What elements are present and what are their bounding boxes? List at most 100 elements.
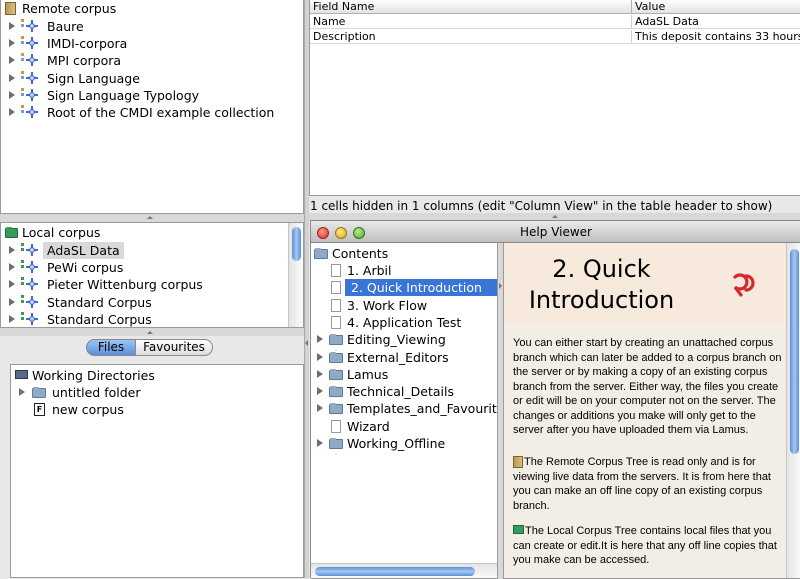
- expand-triangle-icon[interactable]: [317, 352, 323, 361]
- corpus-node-icon: [21, 36, 38, 50]
- local-scrollbar[interactable]: [288, 223, 303, 327]
- help-heading-line2: Introduction: [528, 286, 675, 314]
- remote-corpus-item-label: IMDI-corpora: [47, 36, 128, 52]
- remote-corpus-label: Remote corpus: [22, 1, 117, 16]
- help-heading-line1: 2. Quick: [552, 255, 651, 283]
- toc-item-label: 1. Arbil: [347, 263, 392, 278]
- table-cell-field: Name: [310, 15, 632, 29]
- expand-triangle-icon[interactable]: [9, 263, 15, 272]
- help-paragraph-3: The Local Corpus Tree contains local fil…: [513, 525, 777, 566]
- expand-triangle-icon[interactable]: [317, 335, 323, 344]
- column-header-field-name[interactable]: Field Name: [310, 0, 632, 14]
- local-corpus-item-label: Pieter Wittenburg corpus: [47, 277, 203, 293]
- expand-triangle-icon[interactable]: [9, 297, 15, 306]
- corpus-node-icon: [21, 277, 38, 291]
- table-header-row: Field Name Value: [310, 0, 800, 14]
- expand-triangle-icon[interactable]: [9, 280, 15, 289]
- remote-book-icon: [5, 2, 16, 15]
- help-viewer-titlebar[interactable]: Help Viewer: [311, 221, 800, 243]
- toc-item-label: Wizard: [347, 418, 390, 434]
- expand-triangle-icon[interactable]: [19, 388, 25, 396]
- expand-triangle-icon[interactable]: [9, 56, 15, 65]
- folder-icon: [329, 438, 343, 449]
- corpus-node-icon: [21, 53, 38, 67]
- expand-triangle-icon[interactable]: [9, 22, 15, 30]
- remote-corpus-item-label: Baure: [47, 19, 84, 34]
- toc-item-label: Lamus: [347, 366, 389, 382]
- help-toc-panel: Contents 1. Arbil 2. Quick Introduction 3.…: [311, 243, 498, 579]
- local-corpus-item-label: PeWi corpus: [47, 260, 124, 276]
- expand-triangle-icon[interactable]: [9, 39, 15, 48]
- local-corpus-panel: Local corpus AdaSL Data PeWi corpus Pieter…: [0, 222, 304, 328]
- corpus-node-icon: [21, 87, 38, 101]
- corpus-node-icon: [21, 243, 38, 256]
- folder-icon: [329, 334, 343, 346]
- toc-item-label: Editing_Viewing: [347, 332, 446, 348]
- help-content-scrollbar[interactable]: [786, 243, 800, 578]
- right-horizontal-splitter[interactable]: [309, 213, 800, 220]
- remote-corpus-item-label: Root of the CMDI example collection: [47, 105, 275, 120]
- expand-triangle-icon[interactable]: [9, 108, 15, 116]
- toc-item-label: 3. Work Flow: [347, 297, 428, 313]
- folder-icon: [32, 387, 46, 398]
- page-icon: [331, 264, 341, 277]
- page-icon: [331, 419, 341, 433]
- splitter-grip-icon: [305, 340, 308, 346]
- left-horizontal-splitter[interactable]: [0, 214, 304, 222]
- splitter-grip-icon: [499, 283, 502, 289]
- tab-files[interactable]: Files: [86, 339, 136, 356]
- file-item-label: new corpus: [52, 402, 124, 417]
- expand-triangle-icon[interactable]: [9, 314, 15, 323]
- table-row[interactable]: Description This deposit contains 33 hou…: [310, 29, 800, 44]
- remote-corpus-panel: Remote corpus Baure IMDI-corpora MPI corpo…: [0, 0, 304, 214]
- table-row[interactable]: Name AdaSL Data: [310, 14, 800, 29]
- table-cell-value[interactable]: This deposit contains 33 hours a: [632, 30, 800, 44]
- expand-triangle-icon[interactable]: [317, 439, 323, 447]
- page-icon: [331, 281, 341, 295]
- folder-icon: [329, 351, 343, 363]
- toc-scrollbar-thumb[interactable]: [315, 567, 475, 576]
- toc-root-label: Contents: [332, 246, 389, 261]
- toc-item-label: 4. Application Test: [347, 314, 462, 330]
- corpus-node-icon: [21, 294, 38, 308]
- toc-item-label: Templates_and_Favourites: [347, 401, 498, 417]
- toc-item-label: External_Editors: [347, 349, 449, 365]
- local-folder-icon: [5, 227, 18, 238]
- column-header-value[interactable]: Value: [632, 0, 800, 14]
- folder-icon: [329, 368, 343, 380]
- expand-triangle-icon[interactable]: [317, 387, 323, 396]
- expand-triangle-icon[interactable]: [9, 246, 15, 254]
- toc-horizontal-scrollbar[interactable]: [311, 563, 497, 578]
- tab-favourites[interactable]: Favourites: [135, 339, 213, 356]
- local-scrollbar-thumb[interactable]: [292, 227, 301, 261]
- expand-triangle-icon[interactable]: [317, 369, 323, 378]
- help-content-scrollbar-thumb[interactable]: [790, 249, 799, 454]
- help-viewer-title: Help Viewer: [520, 225, 592, 239]
- remote-corpus-item-label: Sign Language Typology: [47, 87, 200, 103]
- computer-icon: [15, 370, 28, 379]
- splitter-grip-icon: [552, 215, 558, 218]
- help-paragraph-1: You can either start by creating an unat…: [513, 337, 782, 436]
- expand-triangle-icon[interactable]: [317, 404, 323, 413]
- help-content-panel: 2. Quick Introduction You can either sta…: [503, 243, 800, 579]
- file-item-label: untitled folder: [52, 385, 141, 400]
- files-panel: Files Favourites Working Directories unt…: [0, 336, 304, 578]
- corpus-node-icon: [21, 311, 38, 325]
- table-cell-value[interactable]: AdaSL Data: [632, 15, 800, 29]
- corpus-node-icon: [21, 19, 38, 32]
- files-tree: Working Directories untitled folder F ne…: [10, 364, 304, 578]
- corpus-file-icon: F: [34, 403, 45, 416]
- metadata-table-panel: Field Name Value Name AdaSL Data Descrip…: [309, 0, 800, 196]
- left-lower-splitter[interactable]: [0, 328, 304, 336]
- corpus-node-icon: [21, 260, 38, 274]
- table-status-text: 1 cells hidden in 1 columns (edit "Colum…: [310, 199, 773, 213]
- local-corpus-item-label: AdaSL Data: [43, 242, 124, 259]
- help-heading-block: 2. Quick Introduction: [504, 243, 787, 323]
- folder-icon: [329, 386, 343, 398]
- toc-item-label: Technical_Details: [347, 384, 454, 400]
- corpus-node-icon: [21, 105, 38, 118]
- page-icon: [331, 298, 341, 312]
- expand-triangle-icon[interactable]: [9, 73, 15, 82]
- corpus-node-icon: [21, 70, 38, 84]
- expand-triangle-icon[interactable]: [9, 90, 15, 99]
